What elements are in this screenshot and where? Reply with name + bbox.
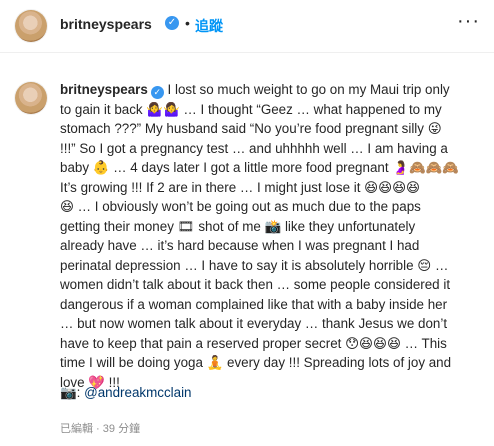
caption-line: baby 👶 … 4 days later I got a little mor… xyxy=(60,160,459,175)
photo-credit: 📷: @andreakmcclain xyxy=(60,385,192,401)
caption-username[interactable]: britneyspears xyxy=(60,82,148,97)
post-caption: britneyspears ✓ I lost so much weight to … xyxy=(60,80,490,392)
camera-icon: 📷: xyxy=(60,385,85,400)
separator-dot: • xyxy=(185,15,190,31)
follow-button[interactable]: 追蹤 xyxy=(195,16,223,36)
post-timestamp: 已編輯 · 39 分鐘 xyxy=(60,423,141,435)
caption-line: 😆 … I obviously won’t be going out as mu… xyxy=(60,199,421,214)
caption-line: It’s growing !!! If 2 are in there … I m… xyxy=(60,179,420,195)
caption-line: perinatal depression … I have to say it … xyxy=(60,257,449,273)
more-options-icon[interactable]: ··· xyxy=(457,11,480,31)
caption-avatar[interactable] xyxy=(15,82,47,114)
caption-line: !!!” So I got a pregnancy test … and uhh… xyxy=(60,140,448,156)
caption-line: women didn’t talk about it back then … s… xyxy=(60,277,451,292)
mention-link[interactable]: @andreakmcclain xyxy=(84,385,191,400)
post-header: britneyspears ✓ • 追蹤 ··· xyxy=(0,0,494,53)
caption-line: already have … it’s hard because when I … xyxy=(60,238,420,253)
caption-text: I lost so much weight to go on my Maui t… xyxy=(163,82,450,97)
caption-line: time I will be doing yoga 🧘 every day !!… xyxy=(60,355,452,370)
caption-verified-badge-icon: ✓ xyxy=(150,86,164,99)
caption-line: to gain it back 🤷‍♀️🤷‍♀️ … I thought “Ge… xyxy=(60,101,442,117)
caption-line: stomach ???” My husband said “No you’re … xyxy=(60,121,442,136)
verified-badge-icon: ✓ xyxy=(165,16,179,30)
header-username[interactable]: britneyspears xyxy=(60,16,152,32)
caption-line: getting their money 🎞 shot of me 📸 like … xyxy=(60,218,416,234)
profile-avatar[interactable] xyxy=(15,10,47,42)
caption-line: britneyspears ✓ I lost so much weight to … xyxy=(60,80,490,100)
caption-line: … but now women talk about it everyday …… xyxy=(60,316,448,331)
caption-line: dangerous if a woman complained like tha… xyxy=(60,296,448,312)
caption-line: have to keep that pain a reserved proper… xyxy=(60,335,447,351)
